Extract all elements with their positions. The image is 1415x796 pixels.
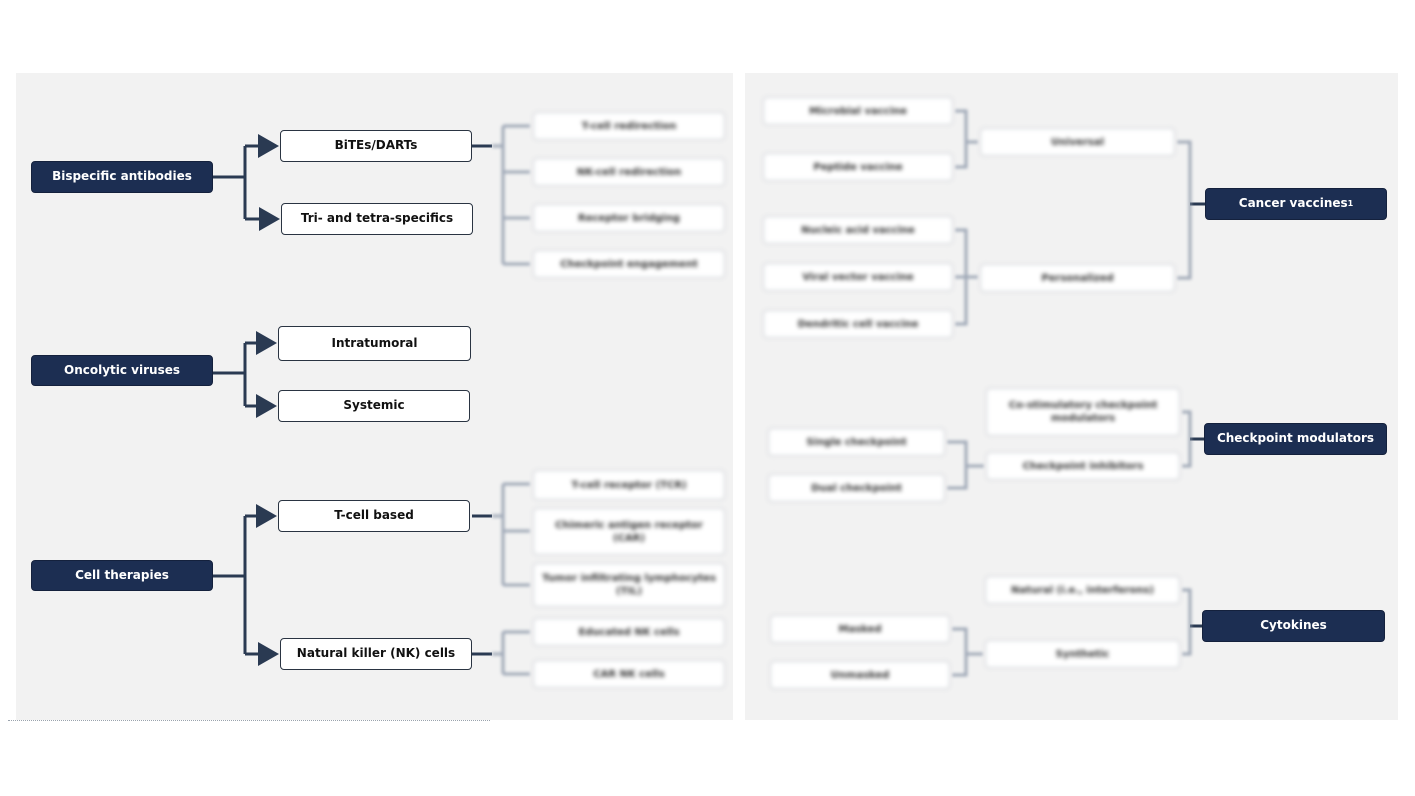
checkpoint-sub-box: Dual checkpoint xyxy=(768,474,945,502)
vaccine-sub-box: Nucleic acid vaccine xyxy=(763,216,953,244)
cytokine-sub-box: Unmasked xyxy=(770,661,950,689)
nk-cells-box: Natural killer (NK) cells xyxy=(280,638,472,670)
vaccine-sub-box: Peptide vaccine xyxy=(763,153,953,181)
checkpoint-sub-box: Single checkpoint xyxy=(768,428,945,456)
nk-sub-box: Educated NK cells xyxy=(533,618,725,646)
checkpoint-middle-box: Co-stimulatory checkpoint modulators xyxy=(986,388,1180,436)
intratumoral-box: Intratumoral xyxy=(278,326,471,361)
bispecific-antibodies-box: Bispecific antibodies xyxy=(31,161,213,193)
cell-therapies-box: Cell therapies xyxy=(31,560,213,591)
cytokine-middle-box: Natural (i.e., interferons) xyxy=(985,576,1180,604)
cytokine-sub-box: Masked xyxy=(770,615,950,643)
tcell-sub-box: Chimeric antigen receptor (CAR) xyxy=(533,508,725,555)
cytokine-middle-box: Synthetic xyxy=(985,640,1180,668)
cancer-vaccines-label: Cancer vaccines xyxy=(1238,196,1348,211)
bites-darts-box: BiTEs/DARTs xyxy=(280,130,472,162)
footnote-marker: 1 xyxy=(1347,198,1354,208)
bites-sub-box: Checkpoint engagement xyxy=(533,250,725,278)
checkpoint-modulators-box: Checkpoint modulators xyxy=(1204,423,1387,455)
tri-tetra-specifics-box: Tri- and tetra-specifics xyxy=(281,203,473,235)
oncolytic-viruses-box: Oncolytic viruses xyxy=(31,355,213,386)
bites-sub-box: NK-cell redirection xyxy=(533,158,725,186)
tcell-sub-box: Tumor infiltrating lymphocytes (TIL) xyxy=(533,563,725,607)
vaccine-sub-box: Dendritic cell vaccine xyxy=(763,310,953,338)
universal-box: Universal xyxy=(980,128,1175,156)
personalized-box: Personalized xyxy=(980,264,1175,292)
systemic-box: Systemic xyxy=(278,390,470,422)
cancer-vaccines-box: Cancer vaccines 1 xyxy=(1205,188,1387,220)
bites-sub-box: Receptor bridging xyxy=(533,204,725,232)
nk-sub-box: CAR NK cells xyxy=(533,660,725,688)
vaccine-sub-box: Microbial vaccine xyxy=(763,97,953,125)
vaccine-sub-box: Viral vector vaccine xyxy=(763,263,953,291)
bites-sub-box: T-cell redirection xyxy=(533,112,725,140)
checkpoint-middle-box: Checkpoint inhibitors xyxy=(986,452,1180,480)
cytokines-box: Cytokines xyxy=(1202,610,1385,642)
t-cell-based-box: T-cell based xyxy=(278,500,470,532)
tcell-sub-box: T-cell receptor (TCR) xyxy=(533,470,725,500)
